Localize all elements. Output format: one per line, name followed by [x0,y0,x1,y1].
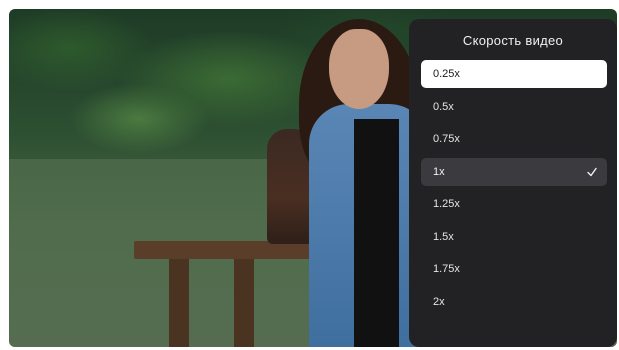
speed-option-2x[interactable]: 2x [421,288,607,316]
video-frame-table-leg [169,259,189,347]
speed-option-label: 1x [433,165,445,178]
speed-option-label: 0.25x [433,68,460,80]
speed-option-0-25x[interactable]: 0.25x [421,60,607,88]
speed-option-1x[interactable]: 1x [421,157,607,186]
video-frame-person-face [329,29,389,109]
video-frame-table-leg [234,259,254,347]
speed-option-0-5x[interactable]: 0.5x [421,93,607,121]
speed-option-0-75x[interactable]: 0.75x [421,125,607,153]
speed-option-label: 0.5x [433,100,454,113]
speed-option-1-25x[interactable]: 1.25x [421,190,607,218]
speed-options-list: 0.25x 0.5x 0.75x 1x 1.25x 1.5x 1.75x 2x [421,60,607,320]
check-icon [587,167,597,176]
speed-option-label: 2x [433,295,445,308]
speed-option-1-5x[interactable]: 1.5x [421,223,607,251]
speed-option-label: 1.25x [433,198,460,210]
speed-option-label: 1.5x [433,230,454,243]
speed-menu-title: Скорость видео [462,33,564,48]
speed-option-1-75x[interactable]: 1.75x [421,255,607,283]
speed-option-label: 0.75x [433,133,460,145]
speed-option-label: 1.75x [433,263,460,275]
video-frame-person-shirt [354,119,399,347]
speed-menu: Скорость видео 0.25x 0.5x 0.75x 1x 1.25x… [409,19,617,347]
